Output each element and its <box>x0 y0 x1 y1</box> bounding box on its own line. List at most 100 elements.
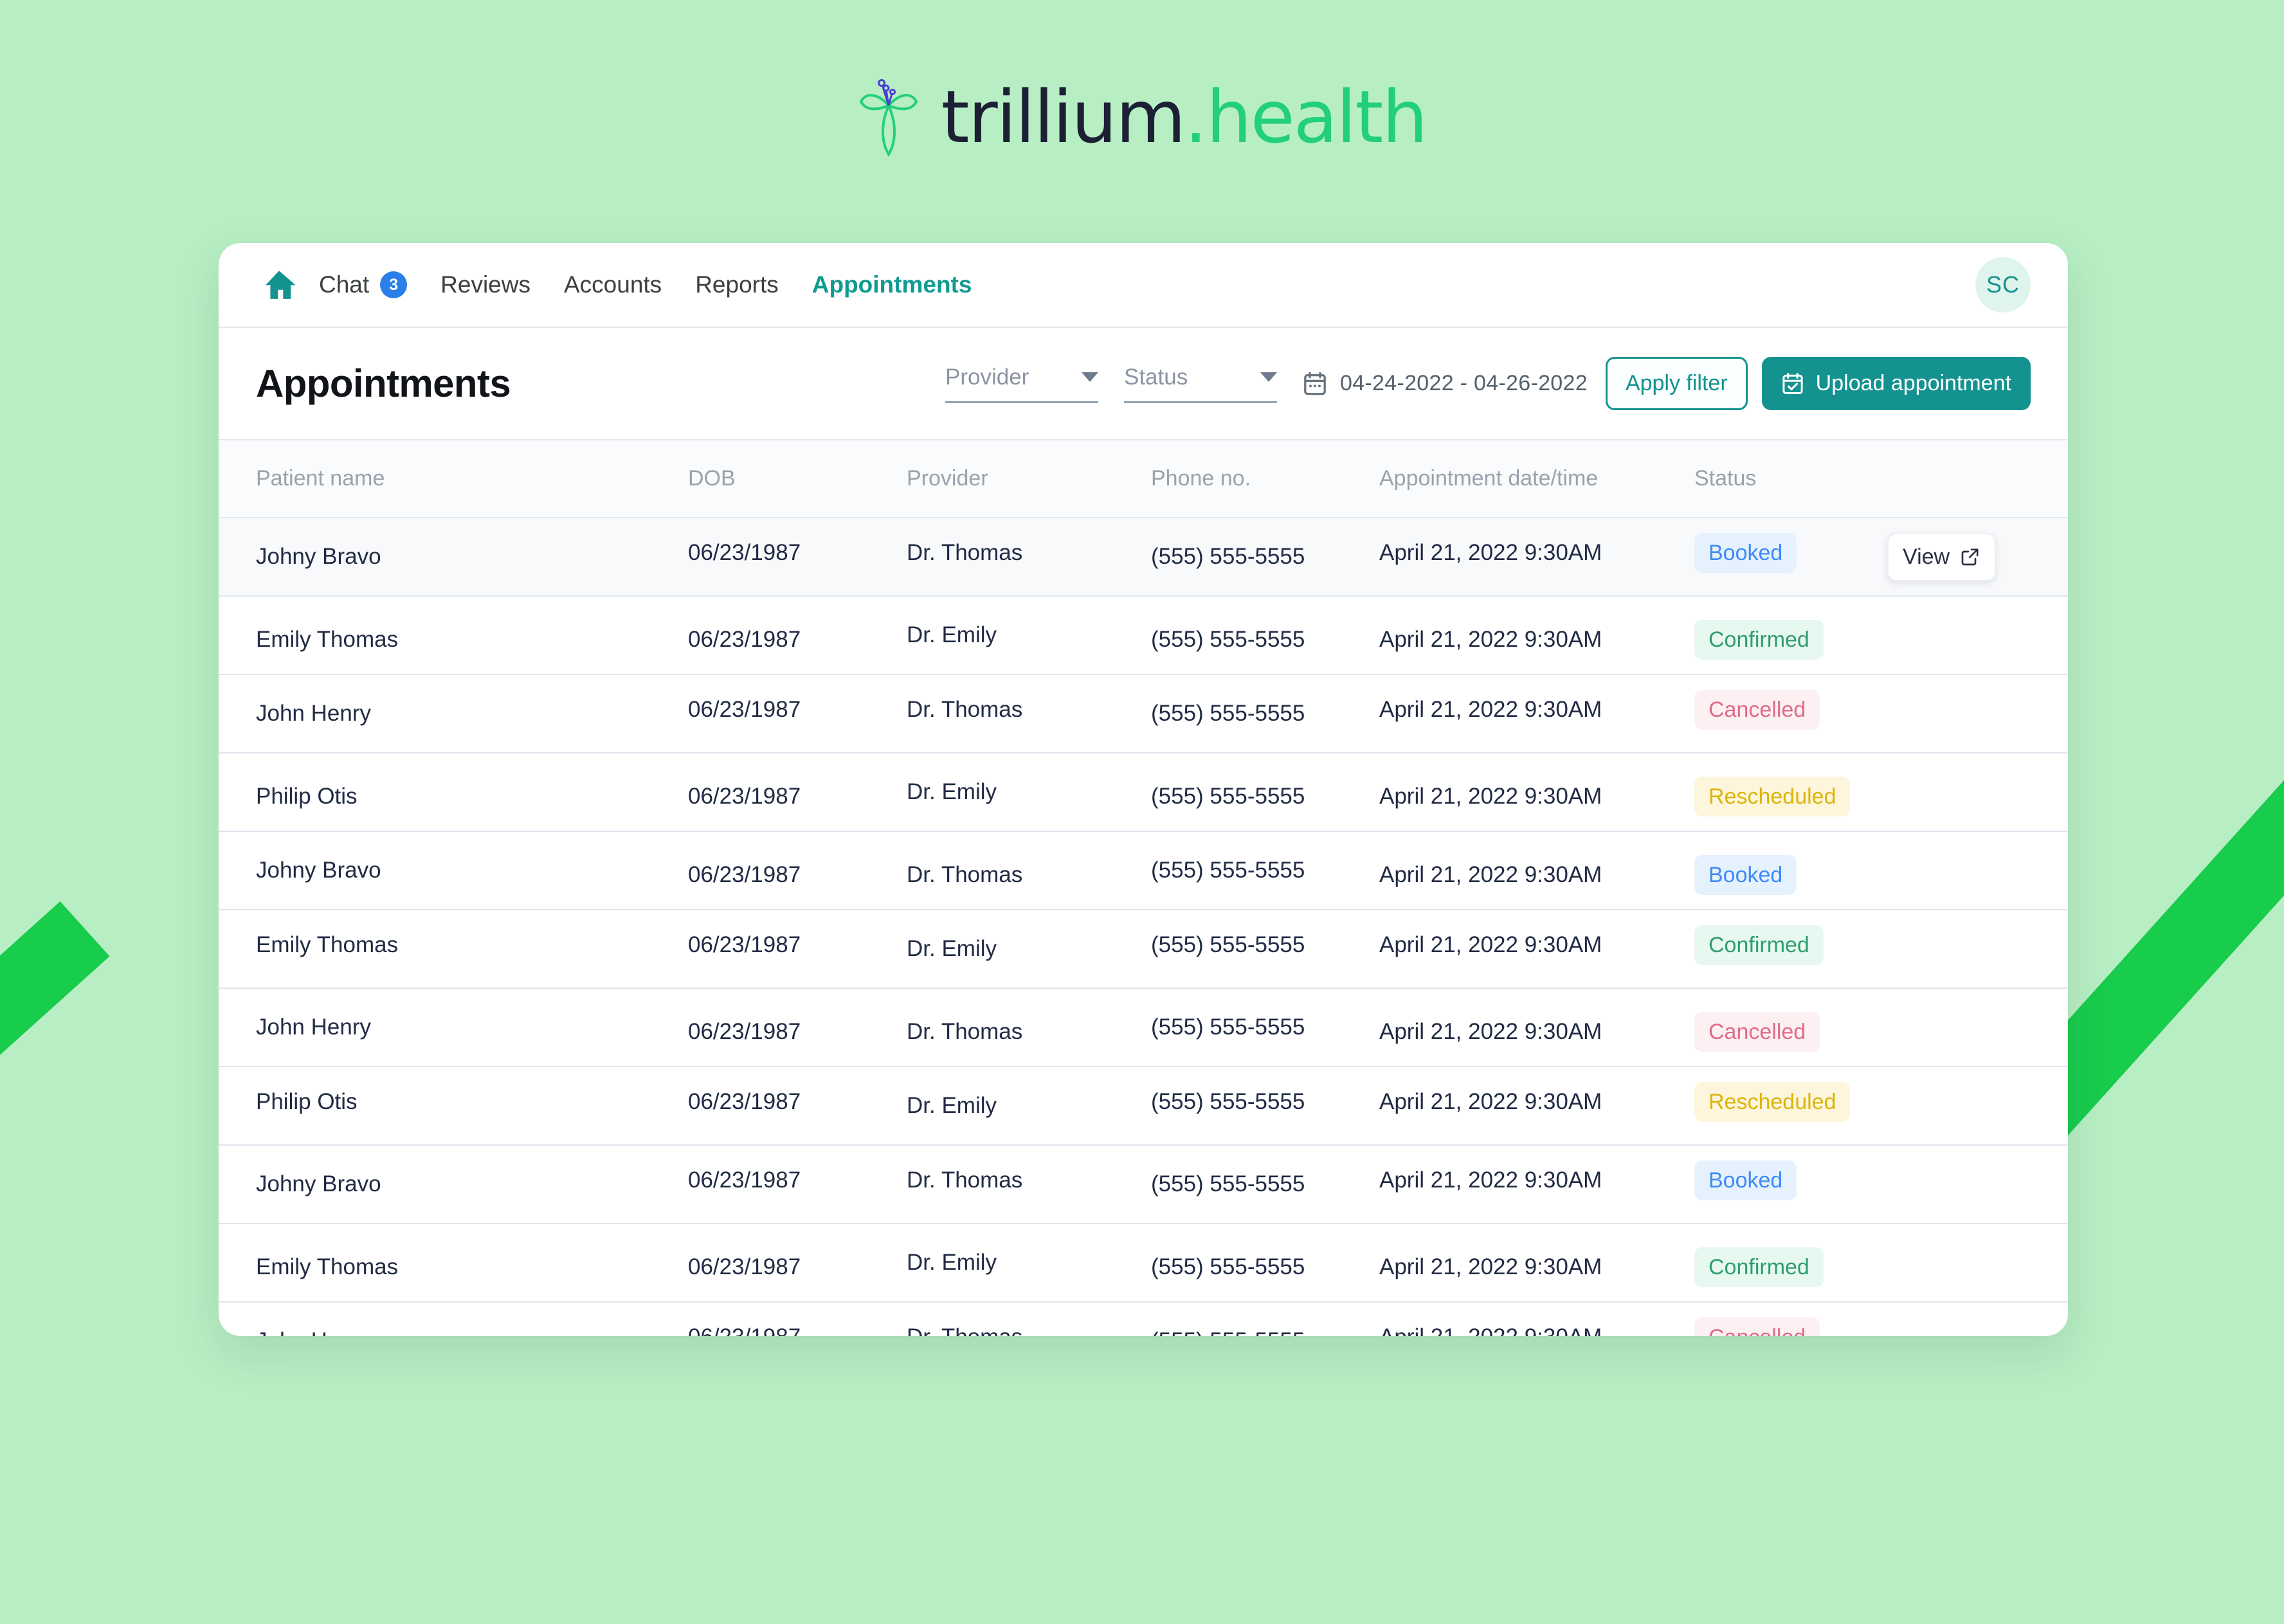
view-appointment-button[interactable]: View <box>1887 532 1997 581</box>
status-badge: Booked <box>1694 533 1797 573</box>
chat-unread-badge: 3 <box>380 271 408 298</box>
table-row[interactable]: Johny Bravo 06/23/1987 Dr. Thomas (555) 555… <box>219 518 2068 597</box>
column-header-phone[interactable]: Phone no. <box>1151 440 1379 518</box>
nav-item-reviews-label: Reviews <box>440 271 530 298</box>
cell-actions <box>1887 1223 2068 1303</box>
table-row[interactable]: Emily Thomas 06/23/1987 Dr. Emily (555) 555… <box>219 1223 2068 1303</box>
cell-patient-name: John Henry <box>219 1302 688 1336</box>
appointments-table: Patient name DOB Provider Phone no. Appo… <box>219 440 2068 1336</box>
cell-phone: (555) 555-5555 <box>1151 753 1379 832</box>
cell-provider: Dr. Thomas <box>907 1145 1151 1224</box>
table-head: Patient name DOB Provider Phone no. Appo… <box>219 440 2068 518</box>
upload-appointment-button[interactable]: Upload appointment <box>1761 357 2031 410</box>
cell-phone-text: (555) 555-5555 <box>1151 784 1305 809</box>
cell-dob: 06/23/1987 <box>688 1145 907 1224</box>
nav-item-appointments[interactable]: Appointments <box>812 271 972 298</box>
column-header-provider[interactable]: Provider <box>907 440 1151 518</box>
table-row[interactable]: Emily Thomas 06/23/1987 Dr. Emily (555) 555… <box>219 910 2068 989</box>
cell-status: Rescheduled <box>1694 753 1887 832</box>
cell-appointment-datetime-text: April 21, 2022 9:30AM <box>1379 1168 1602 1193</box>
provider-select-value: Provider <box>945 364 1029 390</box>
cell-status: Confirmed <box>1694 910 1887 989</box>
table-row[interactable]: Philip Otis 06/23/1987 Dr. Emily (555) 555-… <box>219 1067 2068 1146</box>
cell-actions <box>1887 910 2068 989</box>
cell-appointment-datetime-text: April 21, 2022 9:30AM <box>1379 1089 1602 1114</box>
cell-phone: (555) 555-5555 <box>1151 910 1379 989</box>
table-row[interactable]: Emily Thomas 06/23/1987 Dr. Emily (555) 555… <box>219 596 2068 675</box>
cell-patient-name: Johny Bravo <box>219 1145 688 1224</box>
table-row[interactable]: John Henry06/23/1987Dr. Thomas(555) 555-… <box>219 674 2068 753</box>
cell-dob-text: 06/23/1987 <box>688 1019 801 1044</box>
cell-patient-name-text: John Henry <box>256 1015 371 1040</box>
nav-item-reports[interactable]: Reports <box>695 271 779 298</box>
column-header-patient-name[interactable]: Patient name <box>219 440 688 518</box>
cell-provider-text: Dr. Thomas <box>907 697 1023 722</box>
provider-select[interactable]: Provider <box>945 365 1098 403</box>
cell-patient-name: Philip Otis <box>219 1067 688 1146</box>
table-row[interactable]: Philip Otis 06/23/1987 Dr. Emily (555) 555-… <box>219 753 2068 832</box>
date-range-picker[interactable]: 04-24-2022 - 04-26-2022 <box>1303 371 1588 397</box>
cell-dob-text: 06/23/1987 <box>688 627 801 652</box>
status-select[interactable]: Status <box>1123 365 1277 403</box>
nav-item-chat[interactable]: Chat 3 <box>319 271 408 298</box>
cell-status: Confirmed <box>1694 596 1887 675</box>
cell-dob: 06/23/1987 <box>688 596 907 675</box>
cell-status: Booked <box>1694 518 1887 597</box>
cell-dob-text: 06/23/1987 <box>688 862 801 887</box>
cell-appointment-datetime: April 21, 2022 9:30AM <box>1379 674 1694 753</box>
cell-appointment-datetime-text: April 21, 2022 9:30AM <box>1379 697 1602 722</box>
table-row[interactable]: John Henry06/23/1987Dr. Thomas(555) 555-… <box>219 1302 2068 1336</box>
cell-actions <box>1887 674 2068 753</box>
column-header-dob[interactable]: DOB <box>688 440 907 518</box>
nav-item-reviews[interactable]: Reviews <box>440 271 530 298</box>
cell-appointment-datetime-text: April 21, 2022 9:30AM <box>1379 1019 1602 1044</box>
cell-actions <box>1887 1302 2068 1336</box>
cell-patient-name: Johny Bravo <box>219 831 688 910</box>
column-header-actions <box>1887 440 2068 518</box>
cell-phone: (555) 555-5555 <box>1151 1223 1379 1303</box>
nav-item-accounts[interactable]: Accounts <box>564 271 662 298</box>
avatar[interactable]: SC <box>1975 257 2031 312</box>
cell-dob-text: 06/23/1987 <box>688 1168 801 1193</box>
cell-dob-text: 06/23/1987 <box>688 697 801 722</box>
cell-phone: (555) 555-5555 <box>1151 518 1379 597</box>
cell-phone: (555) 555-5555 <box>1151 1067 1379 1146</box>
cell-appointment-datetime: April 21, 2022 9:30AM <box>1379 910 1694 989</box>
cell-provider-text: Dr. Emily <box>907 936 997 961</box>
table-body: Johny Bravo 06/23/1987 Dr. Thomas (555) 555… <box>219 518 2068 1336</box>
table-row[interactable]: Johny Bravo 06/23/1987 Dr. Thomas (555) 555… <box>219 831 2068 910</box>
cell-provider: Dr. Thomas <box>907 1302 1151 1336</box>
apply-filter-button[interactable]: Apply filter <box>1605 357 1748 410</box>
column-header-status[interactable]: Status <box>1694 440 1887 518</box>
cell-phone: (555) 555-5555 <box>1151 831 1379 910</box>
cell-status: Cancelled <box>1694 988 1887 1067</box>
page-title: Appointments <box>256 362 511 405</box>
cell-dob: 06/23/1987 <box>688 1067 907 1146</box>
cell-patient-name: Emily Thomas <box>219 596 688 675</box>
status-badge: Rescheduled <box>1694 777 1851 817</box>
brand-name-green: health <box>1206 76 1428 159</box>
cell-dob-text: 06/23/1987 <box>688 932 801 957</box>
cell-dob-text: 06/23/1987 <box>688 1089 801 1114</box>
cell-dob-text: 06/23/1987 <box>688 540 801 565</box>
table-row[interactable]: Johny Bravo 06/23/1987 Dr. Thomas (555) 555… <box>219 1145 2068 1224</box>
home-button[interactable] <box>256 262 302 308</box>
status-badge: Booked <box>1694 1160 1797 1200</box>
column-header-appointment-datetime[interactable]: Appointment date/time <box>1379 440 1694 518</box>
cell-appointment-datetime: April 21, 2022 9:30AM <box>1379 753 1694 832</box>
cell-patient-name-text: Johny Bravo <box>256 858 381 883</box>
cell-provider: Dr. Emily <box>907 753 1151 832</box>
cell-dob: 06/23/1987 <box>688 910 907 989</box>
cell-provider: Dr. Emily <box>907 596 1151 675</box>
chevron-down-icon <box>1260 372 1277 382</box>
cell-patient-name: Philip Otis <box>219 753 688 832</box>
table-row[interactable]: John Henry06/23/1987Dr. Thomas(555) 555-… <box>219 988 2068 1067</box>
cell-patient-name-text: John Henry <box>256 1328 688 1336</box>
calendar-icon <box>1304 372 1326 395</box>
cell-actions <box>1887 596 2068 675</box>
cell-patient-name: John Henry <box>219 674 688 753</box>
cell-appointment-datetime: April 21, 2022 9:30AM <box>1379 988 1694 1067</box>
cell-status: Booked <box>1694 1145 1887 1224</box>
cell-provider-text: Dr. Emily <box>907 1093 997 1118</box>
cell-appointment-datetime: April 21, 2022 9:30AM <box>1379 518 1694 597</box>
